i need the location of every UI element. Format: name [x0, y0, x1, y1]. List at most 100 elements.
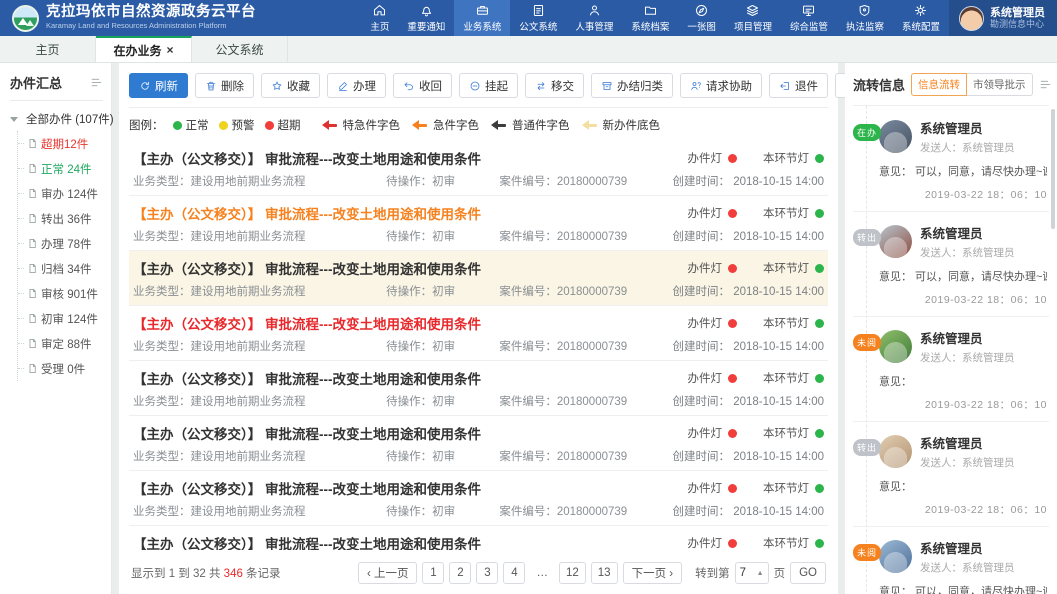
opinion-text: 意见： 可以，同意，请尽快办理~谢谢！ [879, 583, 1047, 594]
favorite-button[interactable]: 收藏 [261, 73, 320, 98]
flow-item[interactable]: 未阅 系统管理员 发送人：系统管理员 意见： 可以，同意，请尽快办理~谢谢！ 2… [853, 536, 1049, 594]
refresh-button[interactable]: 刷新 [129, 73, 188, 98]
flow-item[interactable]: 在办 系统管理员 发送人：系统管理员 意见： 可以，同意，请尽快办理~谢谢！ 2… [853, 116, 1049, 212]
sidebar-item[interactable]: 正常 24件 [18, 156, 103, 181]
node-lamp-label: 本环节灯 [763, 205, 809, 221]
sidebar-item[interactable]: 审办 124件 [18, 181, 103, 206]
sidebar-item[interactable]: 初审 124件 [18, 306, 103, 331]
handle-button[interactable]: 办理 [327, 73, 386, 98]
nav-item-documents[interactable]: 公文系统 [510, 0, 566, 36]
go-button[interactable]: GO [790, 562, 826, 584]
page-button[interactable]: 13 [591, 562, 618, 584]
scrollbar-thumb[interactable] [1051, 109, 1055, 229]
platform-logo-icon [12, 5, 39, 32]
delete-button[interactable]: 删除 [195, 73, 254, 98]
tab-doc-system[interactable]: 公文系统 [192, 36, 288, 62]
sidebar-item[interactable]: 办理 78件 [18, 231, 103, 256]
nav-item-settings[interactable]: 系统配置 [893, 0, 949, 36]
node-lamp-label: 本环节灯 [763, 425, 809, 441]
list-filter-icon[interactable] [90, 76, 103, 89]
sidebar-item[interactable]: 审定 88件 [18, 331, 103, 356]
case-row[interactable]: 【主办（公文移交）】 审批流程---改变土地用途和使用条件 办件灯 本环节灯 业… [129, 471, 828, 526]
nav-item-projects[interactable]: 项目管理 [725, 0, 781, 36]
status-badge: 转出 [853, 439, 881, 456]
tab-leader-comments[interactable]: 市领导批示 [967, 73, 1033, 96]
sender-line: 发送人：系统管理员 [920, 350, 1015, 365]
status-dot-icon [265, 121, 274, 130]
nav-item-home[interactable]: 主页 [361, 0, 398, 36]
case-row[interactable]: 【主办（公文移交）】 审批流程---改变土地用途和使用条件 办件灯 本环节灯 业… [129, 251, 828, 306]
case-created-time: 创建时间： 2018-10-15 14:00 [673, 338, 825, 354]
user-menu[interactable]: 系统管理员 勘测信息中心 [949, 0, 1057, 36]
case-row[interactable]: 【主办（公文移交）】 审批流程---改变土地用途和使用条件 办件灯 本环节灯 业… [129, 526, 828, 550]
status-badge: 转出 [853, 229, 881, 246]
sender-name: 系统管理员 [920, 223, 1015, 242]
node-lamp-green-icon [815, 209, 824, 218]
opinion-text: 意见： [879, 478, 1047, 494]
tree-root-all-cases[interactable]: 全部办件 (107件) [10, 111, 103, 127]
sidebar-item-label: 归档 34件 [41, 261, 92, 277]
nav-item-onemap[interactable]: 一张图 [678, 0, 725, 36]
opinion-text: 意见： [879, 373, 1047, 389]
caret-up-icon[interactable]: ▲ [757, 570, 764, 577]
edit-icon [337, 80, 349, 92]
archive-button[interactable]: 办结归类 [591, 73, 673, 98]
case-business-type: 业务类型：建设用地前期业务流程 [133, 228, 386, 244]
case-lamp-red-icon [728, 374, 737, 383]
sidebar-item[interactable]: 审核 901件 [18, 281, 103, 306]
prev-page-button[interactable]: ‹ 上一页 [358, 562, 418, 584]
nav-item-hr[interactable]: 人事管理 [566, 0, 622, 36]
return-button[interactable]: 退件 [769, 73, 828, 98]
case-row[interactable]: 【主办（公文移交）】 审批流程---改变土地用途和使用条件 办件灯 本环节灯 业… [129, 416, 828, 471]
page-button[interactable]: 1 [422, 562, 444, 584]
person-icon [587, 3, 602, 18]
sidebar-item[interactable]: 转出 36件 [18, 206, 103, 231]
flow-item[interactable]: 未阅 系统管理员 发送人：系统管理员 意见： 2019-03-22 18：06：… [853, 326, 1049, 422]
page-button[interactable]: 4 [503, 562, 525, 584]
case-created-time: 创建时间： 2018-10-15 14:00 [673, 228, 825, 244]
case-row[interactable]: 【主办（公文移交）】 审批流程---改变土地用途和使用条件 办件灯 本环节灯 业… [129, 196, 828, 251]
assist-button[interactable]: 请求协助 [680, 73, 762, 98]
goto-page-input[interactable]: 7▲ [735, 562, 769, 584]
page-button[interactable]: 12 [559, 562, 586, 584]
status-badge: 在办 [853, 124, 881, 141]
flow-info-panel: 流转信息 信息流转 市领导批示 在办 系统管理员 [845, 63, 1057, 594]
flow-item[interactable]: 转出 系统管理员 发送人：系统管理员 意见： 可以，同意，请尽快办理~谢谢！ 2… [853, 221, 1049, 317]
sender-line: 发送人：系统管理员 [920, 245, 1015, 260]
next-page-button[interactable]: 下一页 › [623, 562, 683, 584]
nav-item-supervision[interactable]: 综合监管 [781, 0, 837, 36]
sidebar-item-label: 审办 124件 [41, 186, 98, 202]
goto-unit: 页 [774, 565, 786, 581]
page-button[interactable]: 3 [476, 562, 498, 584]
case-row[interactable]: 【主办（公文移交）】 审批流程---改变土地用途和使用条件 办件灯 本环节灯 业… [129, 361, 828, 416]
case-row[interactable]: 【主办（公文移交）】 审批流程---改变土地用途和使用条件 办件灯 本环节灯 业… [129, 306, 828, 361]
tab-info-flow[interactable]: 信息流转 [911, 73, 967, 96]
nav-item-archives[interactable]: 系统档案 [622, 0, 678, 36]
pagination-info-prefix: 显示到 1 到 32 共 [131, 568, 224, 580]
nav-item-business[interactable]: 业务系统 [454, 0, 510, 36]
case-row[interactable]: 【主办（公文移交）】 审批流程---改变土地用途和使用条件 办件灯 本环节灯 业… [129, 141, 828, 196]
transfer-button[interactable]: 移交 [525, 73, 584, 98]
case-title: 【主办（公文移交）】 审批流程---改变土地用途和使用条件 [133, 148, 481, 168]
nav-item-notices[interactable]: 重要通知 [398, 0, 454, 36]
case-lamp-label: 办件灯 [688, 315, 723, 331]
legend-statuses: 正常预警超期 [173, 117, 301, 133]
node-lamp-label: 本环节灯 [763, 535, 809, 550]
page-button[interactable]: … [530, 562, 554, 584]
sidebar-item[interactable]: 归档 34件 [18, 256, 103, 281]
case-pending-operation: 待操作：初审 [386, 228, 499, 244]
recall-button[interactable]: 收回 [393, 73, 452, 98]
nav-label: 一张图 [687, 19, 716, 33]
flow-item[interactable]: 转出 系统管理员 发送人：系统管理员 意见： 2019-03-22 18：06：… [853, 431, 1049, 527]
case-pending-operation: 待操作：初审 [386, 503, 499, 519]
file-icon [27, 238, 38, 249]
nav-item-enforcement[interactable]: 执法监察 [837, 0, 893, 36]
suspend-button[interactable]: 挂起 [459, 73, 518, 98]
page-button[interactable]: 2 [449, 562, 471, 584]
sidebar-item[interactable]: 受理 0件 [18, 356, 103, 381]
tab-home[interactable]: 主页 [0, 36, 96, 62]
tab-active-business[interactable]: 在办业务× [96, 36, 192, 62]
list-filter-icon[interactable] [1039, 78, 1052, 91]
sidebar-item[interactable]: 超期12件 [18, 131, 103, 156]
close-icon[interactable]: × [167, 43, 174, 57]
